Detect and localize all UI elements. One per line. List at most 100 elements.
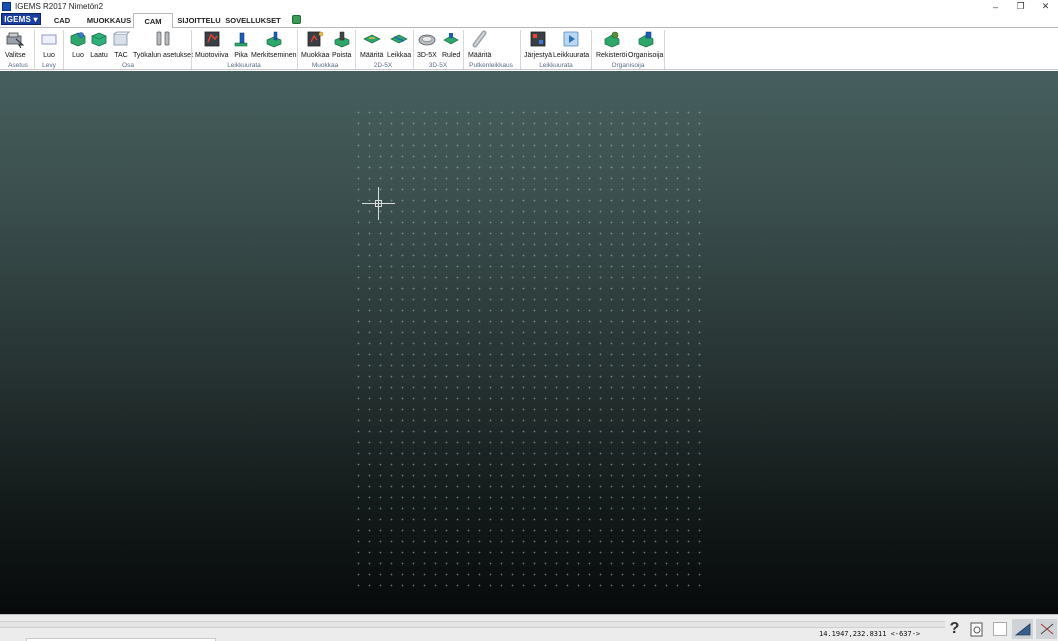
crosshair-pickbox (375, 200, 382, 207)
tab-muokkaus[interactable]: MUOKKAUS (86, 13, 132, 27)
tool-settings-icon (156, 31, 170, 46)
cursor-coordinates: 14.1947,232.8311 <-637-> (819, 630, 921, 638)
tac-label: TAC (114, 52, 128, 59)
marking-icon (266, 31, 282, 48)
igems-app-menu-button[interactable]: IGEMS ▾ (1, 13, 41, 25)
leikkaa-label: Leikkaa (387, 52, 412, 59)
valitse-label: Valitse (5, 52, 26, 59)
ruled-button[interactable]: Ruled (442, 30, 460, 61)
group-separator (355, 30, 356, 69)
merkitseminen-button[interactable]: Merkitseminen (251, 30, 297, 61)
document-settings-icon[interactable] (966, 619, 987, 639)
snap-line-icon[interactable] (1036, 619, 1057, 639)
pipe-cut-icon (472, 30, 487, 48)
organisoija-button[interactable]: Organisoija (628, 30, 663, 61)
machine-select-icon (6, 32, 25, 48)
group-muokkaa-label: Muokkaa (311, 62, 339, 69)
ruled-surface-icon (443, 33, 459, 45)
group-separator (520, 30, 521, 69)
group-2d5x-label: 2D-5X (373, 62, 393, 69)
laatu-button[interactable]: Laatu (90, 30, 108, 61)
register-icon (604, 31, 619, 48)
window-controls: – ❐ ✕ (983, 0, 1058, 13)
osa-luo-button[interactable]: Luo (69, 30, 87, 61)
merkitseminen-label: Merkitseminen (251, 52, 297, 59)
tac-icon (113, 31, 130, 46)
group-separator (413, 30, 414, 69)
pika-label: Pika (234, 52, 248, 59)
muokkaa-button[interactable]: Muokkaa (301, 30, 329, 61)
levy-luo-label: Luo (43, 52, 55, 59)
group-levy-label: Levy (42, 62, 56, 69)
part-create-icon (70, 32, 86, 47)
help-icon[interactable]: ? (944, 619, 965, 639)
maarita-putki-button[interactable]: Määritä (468, 30, 491, 61)
tyokalun-asetukset-button[interactable]: Työkalun asetukset (133, 30, 193, 61)
close-button[interactable]: ✕ (1033, 0, 1058, 13)
tab-sovellukset[interactable]: SOVELLUKSET (225, 13, 280, 27)
path-play-icon (563, 31, 579, 47)
maarita-putki-label: Määritä (468, 52, 492, 59)
poista-label: Poista (332, 52, 352, 59)
ribbon-toolbar: Valitse Asetus Luo Levy Luo Laatu TAC Ty… (0, 27, 1058, 70)
group-leikkuurata2-label: Leikkuurata (539, 62, 573, 69)
maarita-2d5x-label: Määritä (360, 52, 384, 59)
valitse-button[interactable]: Valitse (5, 30, 26, 61)
title-bar: IGEMS R2017 Nimetön2 – ❐ ✕ (0, 0, 1058, 13)
group-osa-label: Osa (122, 62, 134, 69)
sheet-create-icon (41, 34, 57, 45)
leikkaa-button[interactable]: Leikkaa (387, 30, 411, 61)
osa-luo-label: Luo (72, 52, 84, 59)
status-bar: 14.1947,232.8311 <-637-> ? (0, 614, 1058, 641)
tac-button[interactable]: TAC (112, 30, 130, 61)
group-leikkuurata-label: Leikkuurata (227, 62, 261, 69)
rekisteroi-label: Rekisteröi (596, 52, 628, 59)
restore-button[interactable]: ❐ (1008, 0, 1033, 13)
ortho-triangle-icon[interactable] (1012, 619, 1033, 639)
cut-2d5x-icon (390, 34, 408, 44)
edit-path-icon (307, 31, 324, 47)
jarjestya-button[interactable]: Järjestyä (524, 30, 552, 61)
ruled-label: Ruled (442, 52, 461, 59)
group-putkenleikkaus-label: Putkenleikkaus (469, 62, 513, 69)
laatu-label: Laatu (90, 52, 108, 59)
group-3d5x-label: 3D-5X (428, 62, 448, 69)
muokkaa-label: Muokkaa (301, 52, 330, 59)
group-separator (34, 30, 35, 69)
maarita-2d5x-button[interactable]: Määritä (360, 30, 383, 61)
pika-button[interactable]: Pika (232, 30, 250, 61)
poista-button[interactable]: Poista (332, 30, 351, 61)
tab-cam[interactable]: CAM (133, 13, 173, 28)
sheet-grid (353, 107, 705, 591)
group-organisoija-label: Organisoija (611, 62, 645, 69)
group-separator (591, 30, 592, 69)
window-title: IGEMS R2017 Nimetön2 (15, 2, 104, 11)
order-icon (530, 31, 546, 47)
organisoija-label: Organisoija (628, 52, 664, 59)
leikkuurata-button[interactable]: Leikkuurata (553, 30, 589, 61)
muotoviiva-button[interactable]: Muotoviiva (195, 30, 228, 61)
drawing-canvas[interactable] (0, 71, 1058, 614)
group-separator (463, 30, 464, 69)
minimize-button[interactable]: – (983, 0, 1008, 13)
white-square-icon[interactable] (989, 619, 1010, 639)
ribbon-tab-row: IGEMS ▾ CAD MUOKKAUS CAM SIJOITTELU SOVE… (0, 13, 1058, 28)
muotoviiva-label: Muotoviiva (195, 52, 229, 59)
group-separator (191, 30, 192, 69)
contour-icon (204, 31, 220, 47)
jarjestya-label: Järjestyä (524, 52, 553, 59)
define-2d5x-icon (362, 34, 381, 44)
rekisteroi-button[interactable]: Rekisteröi (596, 30, 627, 61)
extra-tab-icon[interactable] (292, 15, 301, 24)
organizer-icon (638, 31, 654, 48)
group-separator (664, 30, 665, 69)
3d5x-button[interactable]: 3D-5X (417, 30, 437, 61)
quality-icon (91, 32, 107, 47)
3d-5x-icon (418, 34, 436, 46)
levy-luo-button[interactable]: Luo (40, 30, 58, 61)
group-separator (297, 30, 298, 69)
tab-sijoittelu[interactable]: SIJOITTELU (177, 13, 220, 27)
command-line[interactable] (0, 621, 945, 628)
tab-cad[interactable]: CAD (47, 13, 77, 27)
leikkuurata-label: Leikkuurata (553, 52, 590, 59)
